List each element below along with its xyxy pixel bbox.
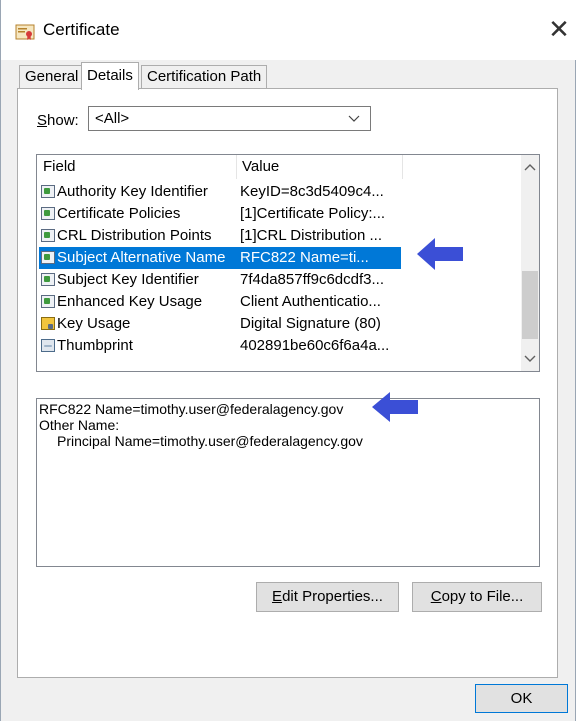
field-value: [1]CRL Distribution ...	[240, 227, 382, 244]
detail-line: Principal Name=timothy.user@federalagenc…	[57, 433, 363, 449]
edit-properties-button[interactable]: Edit Properties...	[256, 582, 399, 612]
scroll-thumb[interactable]	[522, 271, 538, 339]
field-name: Thumbprint	[57, 337, 133, 354]
tab-certification-path[interactable]: Certification Path	[141, 65, 268, 88]
field-value: KeyID=8c3d5409c4...	[240, 183, 384, 200]
field-name: Subject Key Identifier	[57, 271, 199, 288]
field-name: Certificate Policies	[57, 205, 181, 222]
thumbprint-icon	[41, 339, 55, 352]
field-value: RFC822 Name=ti...	[240, 249, 369, 266]
annotation-arrow-icon	[417, 238, 463, 270]
field-value: Digital Signature (80)	[240, 315, 381, 332]
annotation-arrow-icon	[372, 392, 418, 422]
column-divider[interactable]	[402, 155, 403, 179]
vertical-scrollbar[interactable]	[521, 155, 539, 371]
window-title: Certificate	[43, 20, 120, 39]
column-header-value[interactable]: Value	[242, 158, 279, 175]
show-label: Show:	[37, 112, 79, 129]
field-detail-textbox[interactable]: RFC822 Name=timothy.user@federalagency.g…	[36, 398, 540, 567]
ok-button[interactable]: OK	[475, 684, 568, 713]
list-item[interactable]: Subject Key Identifier 7f4da857ff9c6dcdf…	[39, 269, 401, 291]
show-dropdown-value: <All>	[95, 110, 130, 127]
field-value: 402891be60c6f6a4a...	[240, 337, 390, 354]
cert-field-icon	[41, 251, 55, 264]
cert-field-icon	[41, 295, 55, 308]
field-value: Client Authenticatio...	[240, 293, 381, 310]
certificate-icon	[15, 24, 35, 40]
column-header-field[interactable]: Field	[43, 158, 76, 175]
list-item[interactable]: CRL Distribution Points [1]CRL Distribut…	[39, 225, 401, 247]
list-item[interactable]: Authority Key Identifier KeyID=8c3d5409c…	[39, 181, 401, 203]
list-item[interactable]: Certificate Policies [1]Certificate Poli…	[39, 203, 401, 225]
cert-field-icon	[41, 207, 55, 220]
list-item[interactable]: Key Usage Digital Signature (80)	[39, 313, 401, 335]
field-name: CRL Distribution Points	[57, 227, 212, 244]
list-item[interactable]: Thumbprint 402891be60c6f6a4a...	[39, 335, 401, 357]
list-header: Field Value	[37, 155, 519, 179]
field-value: 7f4da857ff9c6dcdf3...	[240, 271, 385, 288]
certificate-dialog: Certificate ✕ General Details Certificat…	[0, 0, 576, 721]
list-item[interactable]: Enhanced Key Usage Client Authenticatio.…	[39, 291, 401, 313]
field-name: Authority Key Identifier	[57, 183, 208, 200]
copy-to-file-button[interactable]: Copy to File...	[412, 582, 542, 612]
column-divider[interactable]	[236, 155, 237, 179]
cert-field-icon	[41, 229, 55, 242]
title-bar: Certificate ✕	[1, 0, 576, 60]
field-name: Subject Alternative Name	[57, 249, 226, 266]
field-name: Enhanced Key Usage	[57, 293, 203, 310]
tab-details[interactable]: Details	[81, 62, 139, 90]
field-name: Key Usage	[57, 315, 131, 332]
list-item-selected[interactable]: Subject Alternative Name RFC822 Name=ti.…	[39, 247, 401, 269]
field-value: [1]Certificate Policy:...	[240, 205, 386, 222]
detail-line: RFC822 Name=timothy.user@federalagency.g…	[39, 401, 344, 417]
details-panel: Show: <All> Field Value Authority Key Id…	[17, 88, 558, 678]
chevron-down-icon	[348, 107, 360, 138]
cert-field-icon	[41, 185, 55, 198]
scroll-down-icon[interactable]	[521, 349, 539, 367]
close-icon[interactable]: ✕	[547, 16, 571, 44]
key-usage-icon	[41, 317, 55, 330]
tab-general[interactable]: General	[19, 65, 85, 88]
cert-field-icon	[41, 273, 55, 286]
detail-line: Other Name:	[39, 417, 120, 433]
show-dropdown[interactable]: <All>	[88, 106, 371, 131]
scroll-up-icon[interactable]	[521, 159, 539, 177]
